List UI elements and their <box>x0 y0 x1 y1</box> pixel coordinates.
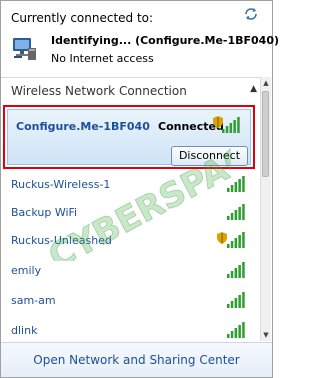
network-name: Backup WiFi <box>11 206 78 219</box>
wifi-signal-icon <box>227 262 245 278</box>
refresh-icon[interactable] <box>244 7 258 21</box>
footer: Open Network and Sharing Center <box>1 342 272 377</box>
network-name: sam-am <box>11 294 56 307</box>
network-row[interactable]: Ruckus-Unleashed <box>1 229 263 253</box>
section-title: Wireless Network Connection <box>11 84 187 98</box>
network-row[interactable]: sam-am <box>1 289 263 313</box>
current-network-status: No Internet access <box>51 52 154 65</box>
wifi-signal-icon <box>227 322 245 338</box>
scroll-up-icon[interactable]: ▲ <box>261 77 271 89</box>
network-computer-icon <box>13 38 36 60</box>
security-shield-icon <box>217 232 227 244</box>
network-name: Ruckus-Wireless-1 <box>11 178 111 191</box>
selected-network-name: Configure.Me-1BF040 <box>16 120 150 133</box>
network-list-scrollbar[interactable]: ▲ ▼ <box>260 77 271 341</box>
wifi-signal-icon <box>227 232 245 248</box>
network-row[interactable]: emily <box>1 259 263 283</box>
network-row[interactable]: dlink <box>1 319 263 343</box>
currently-connected-label: Currently connected to: <box>11 11 154 25</box>
network-name: Ruckus-Unleashed <box>11 234 112 247</box>
chevron-up-icon[interactable]: ▲ <box>250 84 257 94</box>
network-name: emily <box>11 264 42 277</box>
network-name: dlink <box>11 324 38 337</box>
selected-network-highlight[interactable]: Configure.Me-1BF040 Connected Disconnect <box>3 105 255 169</box>
wifi-signal-icon <box>227 176 245 192</box>
scrollbar-thumb[interactable] <box>262 91 269 177</box>
wifi-signal-icon <box>227 204 245 220</box>
wifi-signal-icon <box>222 117 240 133</box>
wifi-signal-icon <box>227 292 245 308</box>
current-network-name: Identifying... (Configure.Me-1BF040) <box>51 34 280 47</box>
wireless-section-header[interactable]: Wireless Network Connection ▲ <box>1 77 263 104</box>
network-row[interactable]: Ruckus-Wireless-1 <box>1 173 263 197</box>
network-row[interactable]: Backup WiFi <box>1 201 263 225</box>
selected-network-row[interactable]: Configure.Me-1BF040 Connected Disconnect <box>7 109 251 166</box>
open-network-sharing-center-link[interactable]: Open Network and Sharing Center <box>1 353 272 367</box>
network-list: Configure.Me-1BF040 Connected Disconnect… <box>1 103 263 343</box>
disconnect-button[interactable]: Disconnect <box>171 146 248 166</box>
scroll-down-icon[interactable]: ▼ <box>261 329 271 341</box>
current-connection-header: Currently connected to: Identifying... (… <box>1 1 279 75</box>
network-flyout: Currently connected to: Identifying... (… <box>0 0 279 378</box>
